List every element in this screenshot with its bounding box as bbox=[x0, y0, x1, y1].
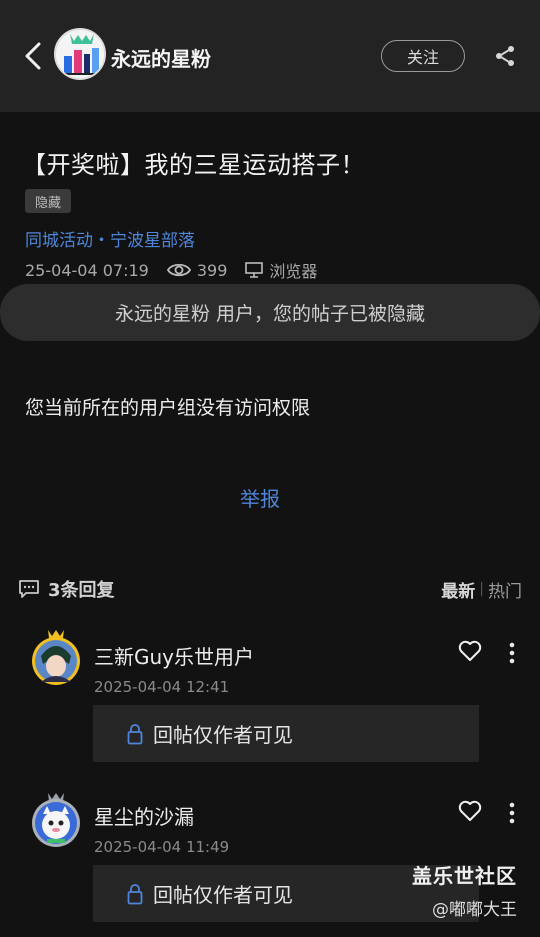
watermark-site: 盖乐世社区 bbox=[412, 864, 517, 888]
no-access-message: 您当前所在的用户组没有访问权限 bbox=[25, 397, 311, 419]
forum-path-link[interactable]: 同城活动・宁波星部落 bbox=[25, 226, 195, 251]
reply-content: 回帖仅作者可见 bbox=[153, 723, 293, 747]
reply-content: 回帖仅作者可见 bbox=[153, 883, 293, 907]
watermark: 盖乐世社区 @嘟嘟大王 bbox=[412, 860, 517, 920]
post-client: 浏览器 bbox=[269, 262, 318, 281]
follow-button[interactable]: 关注 bbox=[381, 40, 465, 72]
top-bar: 永远的星粉 关注 bbox=[0, 0, 540, 112]
hidden-notice: 永远的星粉 用户，您的帖子已被隐藏 bbox=[0, 284, 540, 341]
monitor-icon bbox=[245, 262, 264, 278]
view-count: 399 bbox=[196, 260, 228, 280]
more-options-icon[interactable] bbox=[502, 800, 522, 826]
replier-avatar[interactable] bbox=[31, 793, 81, 847]
reply-count: 3条回复 bbox=[48, 580, 115, 601]
reply-time: 2025-04-04 11:49 bbox=[94, 838, 230, 856]
post-meta: 25-04-04 07:19 399 浏览器 bbox=[25, 259, 318, 282]
eye-icon bbox=[166, 263, 191, 277]
sort-hot-tab[interactable]: 热门 bbox=[488, 577, 522, 602]
replier-name[interactable]: 三新Guy乐世用户 bbox=[94, 641, 254, 670]
sort-newest-tab[interactable]: 最新 bbox=[441, 577, 475, 602]
replier-avatar[interactable] bbox=[31, 630, 81, 685]
reply-time: 2025-04-04 12:41 bbox=[94, 678, 230, 696]
heart-icon[interactable] bbox=[457, 798, 483, 824]
replies-header: 3条回复 最新 | 热门 bbox=[18, 576, 522, 602]
share-icon[interactable] bbox=[490, 40, 520, 72]
sort-toggle: 最新 | 热门 bbox=[441, 577, 522, 602]
author-name[interactable]: 永远的星粉 bbox=[111, 43, 211, 72]
watermark-user: @嘟嘟大王 bbox=[432, 900, 517, 920]
reply-content-box: 回帖仅作者可见 bbox=[93, 705, 479, 762]
hidden-badge: 隐藏 bbox=[25, 189, 72, 213]
back-icon[interactable] bbox=[16, 38, 50, 74]
post-title: 【开奖啦】我的三星运动搭子！ bbox=[22, 151, 365, 179]
post-date: 25-04-04 07:19 bbox=[25, 260, 149, 280]
heart-icon[interactable] bbox=[457, 638, 483, 664]
comment-icon bbox=[19, 580, 39, 598]
replier-name[interactable]: 星尘的沙漏 bbox=[94, 801, 194, 830]
author-avatar[interactable] bbox=[54, 28, 106, 80]
report-link[interactable]: 举报 bbox=[240, 483, 280, 512]
more-options-icon[interactable] bbox=[502, 640, 522, 666]
lock-icon bbox=[127, 883, 143, 905]
lock-icon bbox=[127, 723, 143, 745]
